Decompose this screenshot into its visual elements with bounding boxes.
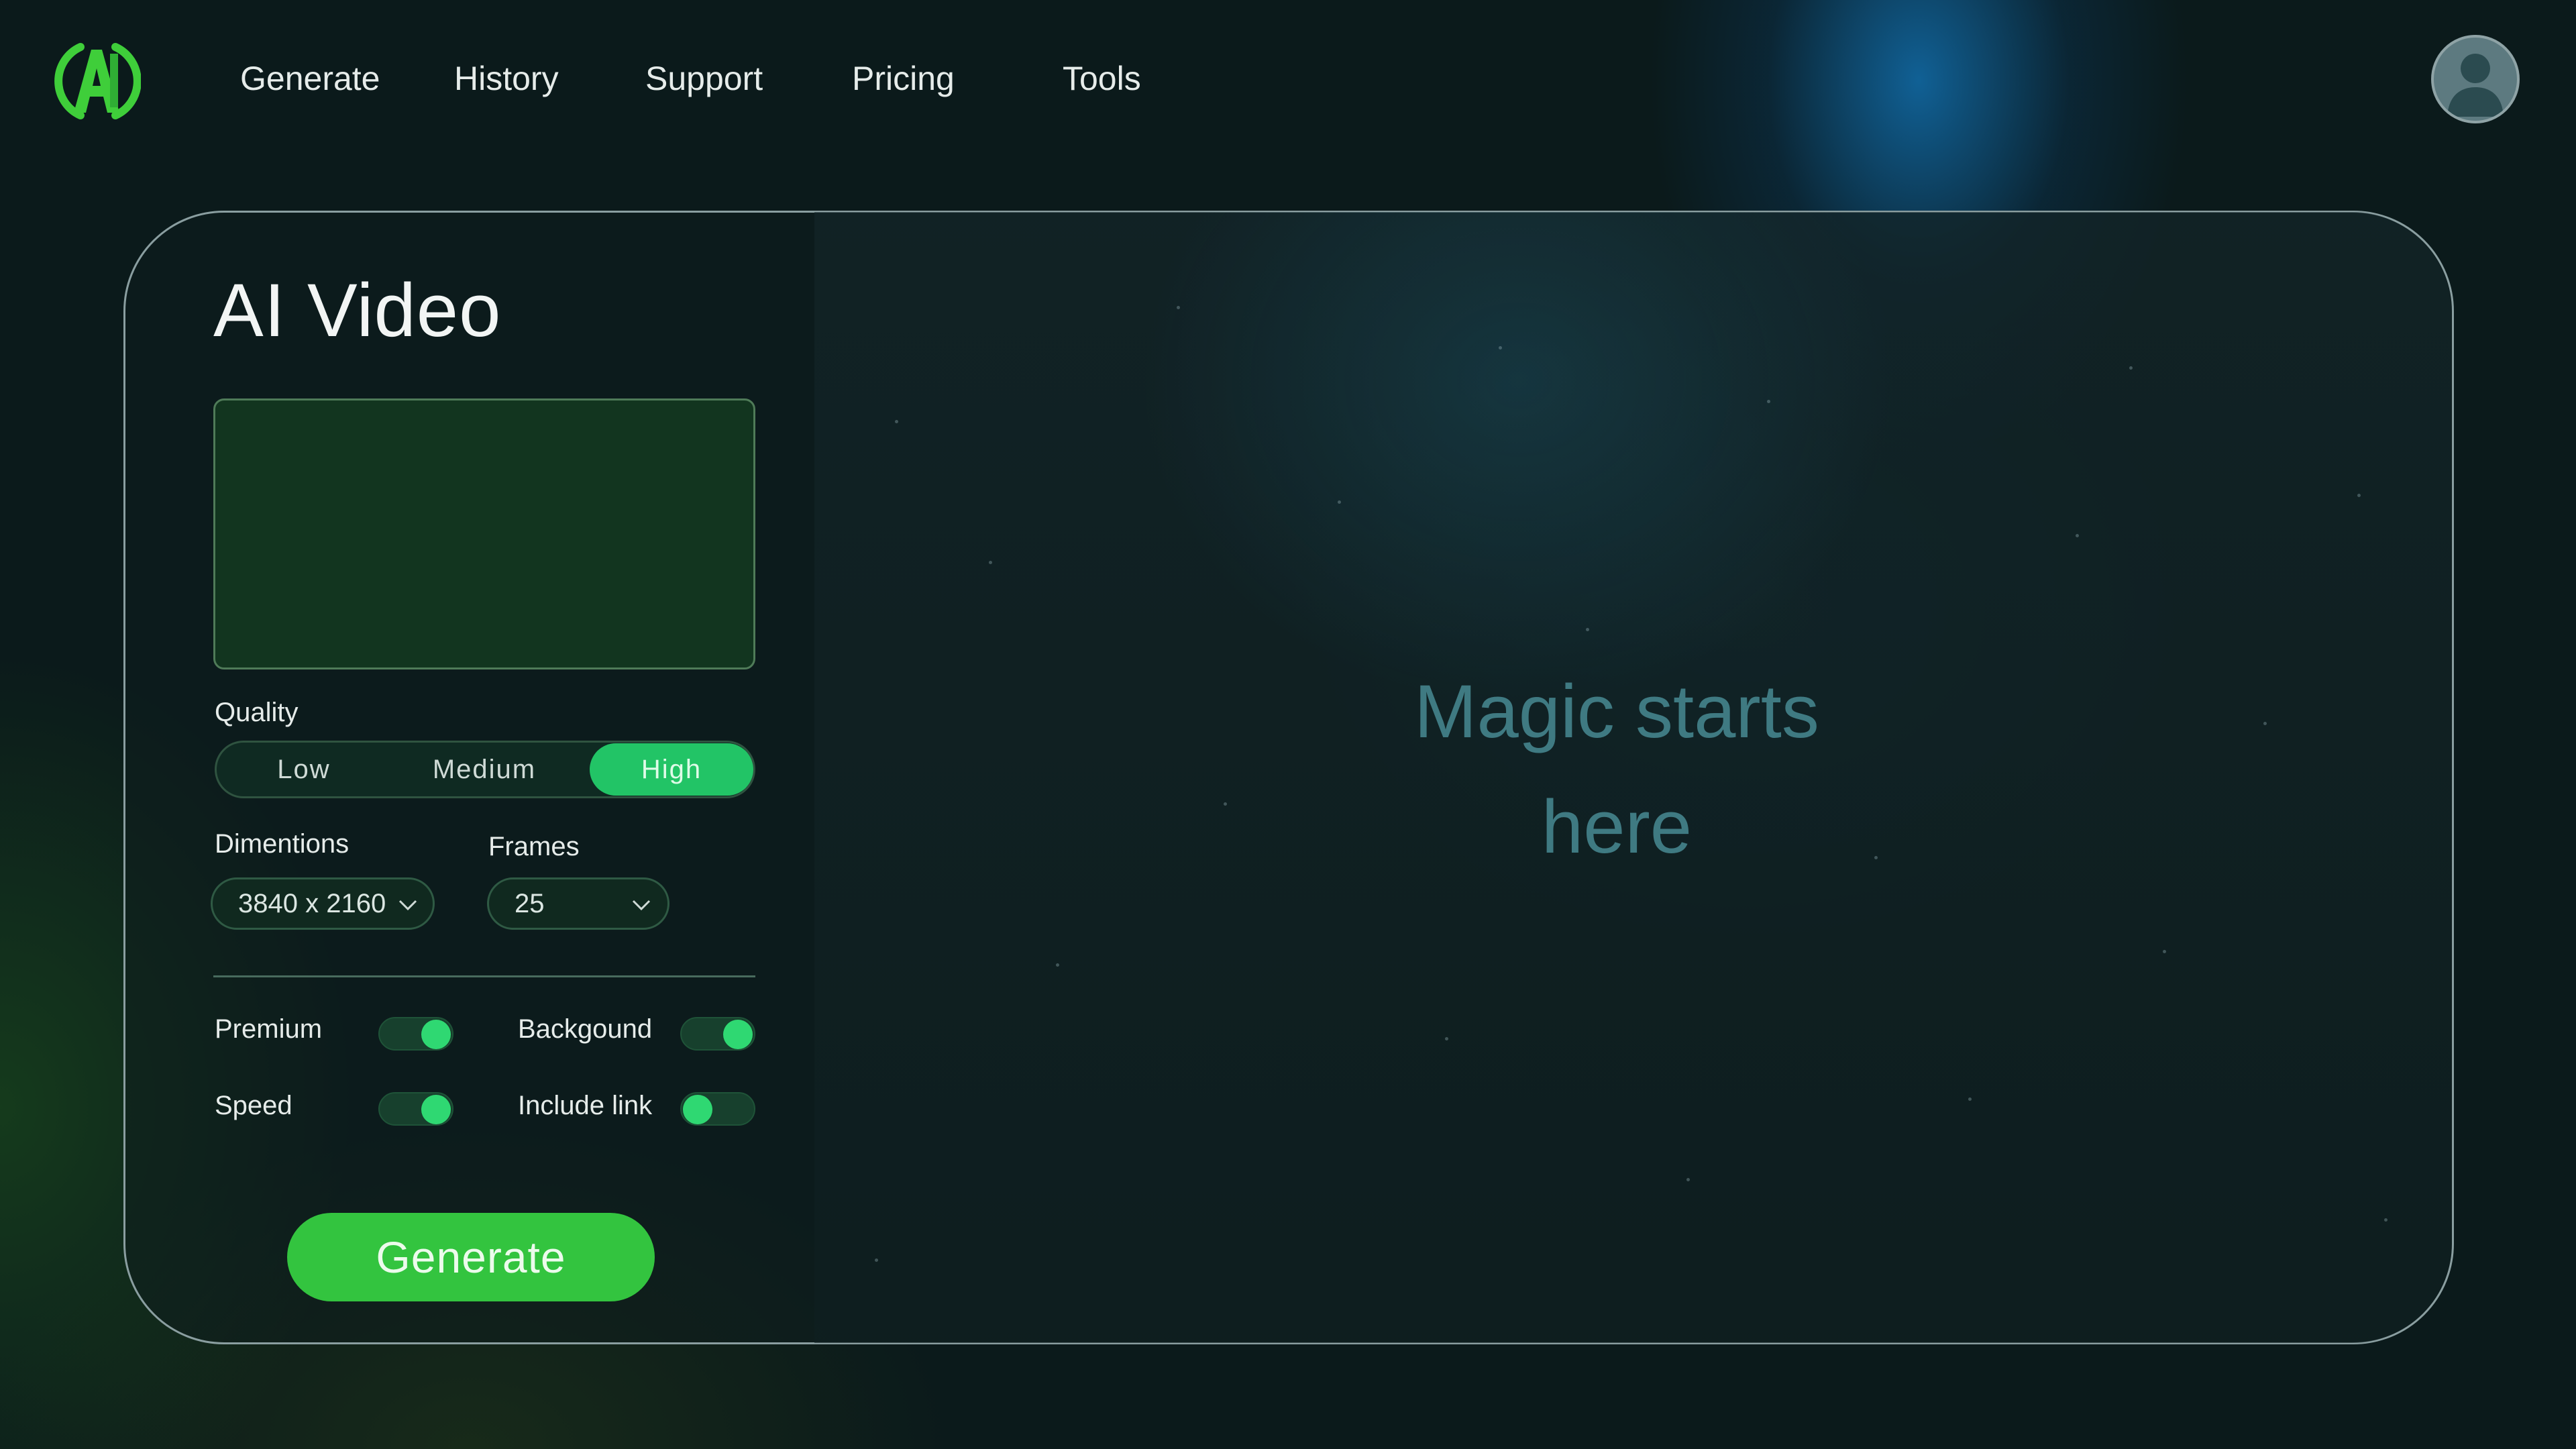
page-title: AI Video (213, 268, 502, 352)
preview-placeholder: Magic starts here (1368, 654, 1865, 885)
nav-support[interactable]: Support (645, 59, 763, 98)
background-label: Backgound (518, 1014, 653, 1044)
image-upload-area[interactable] (213, 398, 755, 669)
preview-line-2: here (1541, 785, 1693, 869)
speed-label: Speed (215, 1091, 292, 1120)
include-link-label: Include link (518, 1091, 653, 1120)
preview-line-1: Magic starts (1414, 669, 1819, 753)
quality-selector: Low Medium High (215, 741, 755, 798)
ai-logo-icon[interactable] (54, 38, 142, 125)
quality-option-low[interactable]: Low (217, 743, 391, 796)
dimensions-value: 3840 x 2160 (238, 889, 386, 918)
frames-select[interactable]: 25 (487, 877, 669, 930)
dimensions-label: Dimentions (215, 829, 350, 859)
nav-pricing[interactable]: Pricing (852, 59, 955, 98)
quality-option-medium[interactable]: Medium (391, 743, 578, 796)
chevron-down-icon (398, 900, 417, 911)
nav-history[interactable]: History (454, 59, 559, 98)
include-link-toggle[interactable] (680, 1092, 755, 1126)
section-divider (213, 975, 755, 977)
premium-toggle[interactable] (378, 1017, 453, 1051)
quality-option-high[interactable]: High (590, 743, 753, 796)
quality-label: Quality (215, 698, 299, 727)
nav-tools[interactable]: Tools (1063, 59, 1141, 98)
speed-toggle[interactable] (378, 1092, 453, 1126)
background-toggle[interactable] (680, 1017, 755, 1051)
premium-label: Premium (215, 1014, 323, 1044)
user-avatar-icon[interactable] (2431, 35, 2520, 123)
frames-value: 25 (515, 889, 545, 918)
chevron-down-icon (632, 900, 651, 911)
nav-generate[interactable]: Generate (240, 59, 380, 98)
generate-button[interactable]: Generate (287, 1213, 655, 1301)
dimensions-select[interactable]: 3840 x 2160 (211, 877, 435, 930)
frames-label: Frames (488, 832, 580, 861)
